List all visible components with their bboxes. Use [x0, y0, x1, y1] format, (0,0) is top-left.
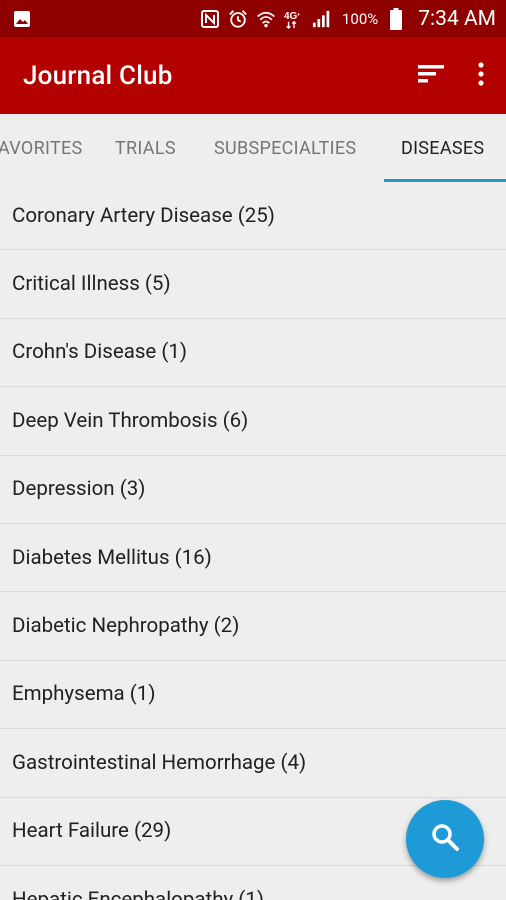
status-time: 7:34 AM [418, 6, 496, 31]
nfc-icon [200, 9, 220, 29]
tab-trials[interactable]: TRIALS [115, 114, 176, 182]
app-bar: Journal Club [0, 37, 506, 114]
signal-icon [312, 9, 332, 29]
alarm-icon [228, 9, 248, 29]
list-item[interactable]: Depression (3) [0, 456, 506, 524]
list-item[interactable]: Critical Illness (5) [0, 250, 506, 319]
image-icon [12, 9, 32, 29]
svg-text:+: + [297, 11, 301, 18]
tab-subspecialties[interactable]: SUBSPECIALTIES [214, 114, 356, 182]
overflow-menu-icon [477, 61, 485, 90]
app-title: Journal Club [23, 60, 173, 91]
tab-diseases[interactable]: DISEASES [401, 114, 484, 182]
search-fab[interactable] [406, 800, 484, 878]
search-icon [430, 822, 460, 856]
wifi-icon [256, 9, 276, 29]
status-bar: 4G + 100% 7:34 AM [0, 0, 506, 37]
list-item[interactable]: Deep Vein Thrombosis (6) [0, 387, 506, 456]
sort-icon [417, 63, 445, 89]
tab-favorites[interactable]: AVORITES [0, 114, 83, 182]
list-item[interactable]: Crohn's Disease (1) [0, 319, 506, 388]
battery-icon [386, 7, 406, 30]
list-item[interactable]: Gastrointestinal Hemorrhage (4) [0, 729, 506, 798]
tab-bar: AVORITES TRIALS SUBSPECIALTIES DISEASES [0, 114, 506, 182]
sort-button[interactable] [406, 51, 456, 101]
list-item[interactable]: Coronary Artery Disease (25) [0, 182, 506, 251]
list-item[interactable]: Emphysema (1) [0, 661, 506, 730]
list-item[interactable]: Diabetes Mellitus (16) [0, 524, 506, 593]
overflow-menu-button[interactable] [456, 51, 506, 101]
list-item[interactable]: Diabetic Nephropathy (2) [0, 592, 506, 661]
svg-text:4G: 4G [284, 11, 298, 22]
disease-list: Coronary Artery Disease (25) Critical Il… [0, 182, 506, 900]
lte-icon: 4G + [284, 9, 304, 29]
battery-percent: 100% [341, 9, 379, 28]
